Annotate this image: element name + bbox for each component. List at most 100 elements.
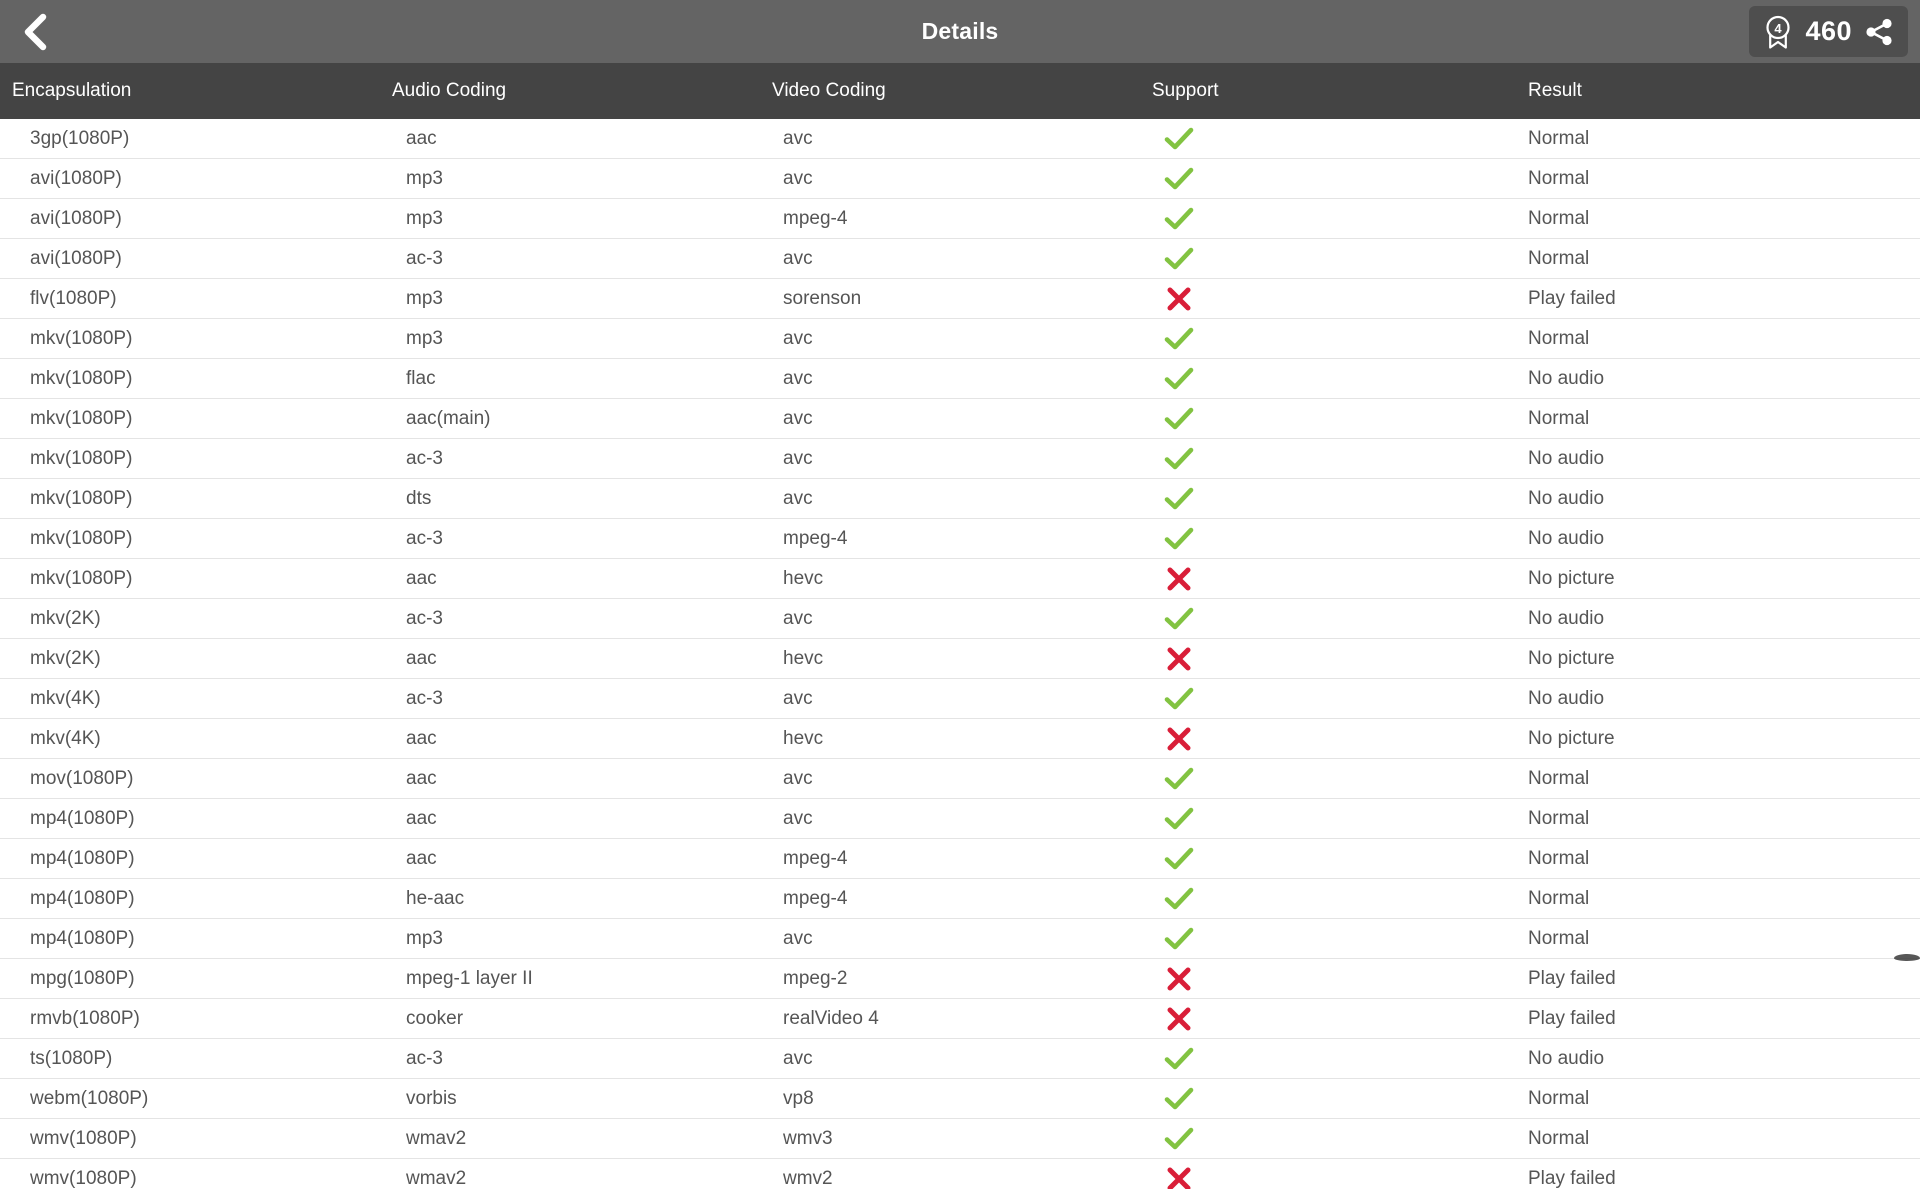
table-row[interactable]: webm(1080P) vorbis vp8 Normal [0, 1079, 1920, 1119]
table-row[interactable]: wmv(1080P) wmav2 wmv2 Play failed [0, 1159, 1920, 1189]
cell-result: No audio [1528, 528, 1605, 549]
table-row[interactable]: 3gp(1080P) aac avc Normal [0, 119, 1920, 159]
cell-result: Normal [1528, 768, 1590, 789]
cell-encapsulation: mkv(4K) [30, 688, 101, 709]
cell-video-coding: realVideo 4 [783, 1008, 879, 1029]
scroll-thumb-icon[interactable] [1894, 954, 1920, 961]
cell-result: No audio [1528, 1048, 1605, 1069]
cell-encapsulation: flv(1080P) [30, 288, 117, 309]
table-row[interactable]: mkv(4K) ac-3 avc No audio [0, 679, 1920, 719]
cell-result: No picture [1528, 728, 1615, 749]
support-check-icon [1134, 679, 1224, 719]
cell-result: No audio [1528, 368, 1605, 389]
cell-video-coding: avc [783, 128, 813, 149]
cell-audio-coding: mp3 [406, 288, 443, 309]
table-row[interactable]: ts(1080P) ac-3 avc No audio [0, 1039, 1920, 1079]
cell-result: No audio [1528, 448, 1605, 469]
cell-result: No audio [1528, 608, 1605, 629]
support-check-icon [1134, 479, 1224, 519]
cell-audio-coding: aac [406, 808, 437, 829]
cell-audio-coding: he-aac [406, 888, 465, 909]
cell-video-coding: avc [783, 368, 813, 389]
cell-result: No picture [1528, 648, 1615, 669]
cell-video-coding: avc [783, 448, 813, 469]
column-header-encapsulation: Encapsulation [12, 80, 132, 101]
share-icon[interactable] [1864, 17, 1894, 47]
column-header-video-coding: Video Coding [772, 80, 886, 101]
support-cross-icon [1134, 719, 1224, 759]
cell-encapsulation: mkv(1080P) [30, 328, 133, 349]
support-cross-icon [1134, 279, 1224, 319]
cell-encapsulation: avi(1080P) [30, 248, 122, 269]
cell-result: Normal [1528, 928, 1590, 949]
table-row[interactable]: mkv(1080P) dts avc No audio [0, 479, 1920, 519]
cell-video-coding: avc [783, 168, 813, 189]
cell-encapsulation: mp4(1080P) [30, 848, 135, 869]
cell-encapsulation: 3gp(1080P) [30, 128, 130, 149]
table-row[interactable]: mkv(1080P) mp3 avc Normal [0, 319, 1920, 359]
column-header-result: Result [1528, 80, 1582, 101]
table-row[interactable]: wmv(1080P) wmav2 wmv3 Normal [0, 1119, 1920, 1159]
cell-encapsulation: mp4(1080P) [30, 808, 135, 829]
cell-result: Normal [1528, 808, 1590, 829]
table-row[interactable]: mkv(1080P) ac-3 mpeg-4 No audio [0, 519, 1920, 559]
table-body: 3gp(1080P) aac avc Normal avi(1080P) mp3 avc No… [0, 119, 1920, 1189]
cell-encapsulation: webm(1080P) [30, 1088, 149, 1109]
support-cross-icon [1134, 999, 1224, 1039]
table-row[interactable]: mp4(1080P) he-aac mpeg-4 Normal [0, 879, 1920, 919]
cell-audio-coding: ac-3 [406, 448, 443, 469]
cell-video-coding: avc [783, 768, 813, 789]
table-row[interactable]: mkv(1080P) aac(main) avc Normal [0, 399, 1920, 439]
support-check-icon [1134, 839, 1224, 879]
support-check-icon [1134, 1079, 1224, 1119]
cell-result: Normal [1528, 208, 1590, 229]
table-row[interactable]: mpg(1080P) mpeg-1 layer II mpeg-2 Play fail… [0, 959, 1920, 999]
cell-audio-coding: aac [406, 848, 437, 869]
cell-video-coding: mpeg-2 [783, 968, 848, 989]
table-row[interactable]: mkv(1080P) aac hevc No picture [0, 559, 1920, 599]
cell-encapsulation: mkv(1080P) [30, 488, 133, 509]
table-row[interactable]: rmvb(1080P) cooker realVideo 4 Play failed [0, 999, 1920, 1039]
cell-result: Normal [1528, 128, 1590, 149]
back-button[interactable] [0, 0, 70, 63]
table-row[interactable]: avi(1080P) mp3 avc Normal [0, 159, 1920, 199]
cell-result: Normal [1528, 1088, 1590, 1109]
cell-encapsulation: mkv(1080P) [30, 368, 133, 389]
table-row[interactable]: mp4(1080P) aac avc Normal [0, 799, 1920, 839]
support-cross-icon [1134, 559, 1224, 599]
cell-audio-coding: aac [406, 648, 437, 669]
cell-audio-coding: flac [406, 368, 436, 389]
table-row[interactable]: mp4(1080P) mp3 avc Normal [0, 919, 1920, 959]
cell-result: No audio [1528, 688, 1605, 709]
cell-video-coding: hevc [783, 648, 824, 669]
cell-video-coding: avc [783, 928, 813, 949]
table-row[interactable]: flv(1080P) mp3 sorenson Play failed [0, 279, 1920, 319]
cell-audio-coding: aac [406, 568, 437, 589]
chevron-left-icon [18, 12, 52, 52]
table-row[interactable]: mkv(1080P) flac avc No audio [0, 359, 1920, 399]
cell-video-coding: avc [783, 688, 813, 709]
cell-audio-coding: mp3 [406, 208, 443, 229]
table-row[interactable]: avi(1080P) ac-3 avc Normal [0, 239, 1920, 279]
cell-encapsulation: mkv(1080P) [30, 408, 133, 429]
table-row[interactable]: mkv(4K) aac hevc No picture [0, 719, 1920, 759]
cell-result: Play failed [1528, 968, 1616, 989]
table-row[interactable]: mov(1080P) aac avc Normal [0, 759, 1920, 799]
cell-audio-coding: wmav2 [406, 1168, 467, 1189]
cell-result: Normal [1528, 848, 1590, 869]
cell-audio-coding: ac-3 [406, 688, 443, 709]
cell-encapsulation: avi(1080P) [30, 168, 122, 189]
cell-encapsulation: ts(1080P) [30, 1048, 113, 1069]
table-row[interactable]: avi(1080P) mp3 mpeg-4 Normal [0, 199, 1920, 239]
cell-video-coding: hevc [783, 728, 824, 749]
table-row[interactable]: mkv(2K) aac hevc No picture [0, 639, 1920, 679]
table-row[interactable]: mkv(1080P) ac-3 avc No audio [0, 439, 1920, 479]
score-share-group[interactable]: 4 460 [1749, 6, 1908, 57]
column-header-support: Support [1152, 80, 1219, 101]
cell-encapsulation: mov(1080P) [30, 768, 134, 789]
table-row[interactable]: mkv(2K) ac-3 avc No audio [0, 599, 1920, 639]
cell-video-coding: avc [783, 608, 813, 629]
table-row[interactable]: mp4(1080P) aac mpeg-4 Normal [0, 839, 1920, 879]
cell-encapsulation: wmv(1080P) [30, 1128, 137, 1149]
support-check-icon [1134, 599, 1224, 639]
